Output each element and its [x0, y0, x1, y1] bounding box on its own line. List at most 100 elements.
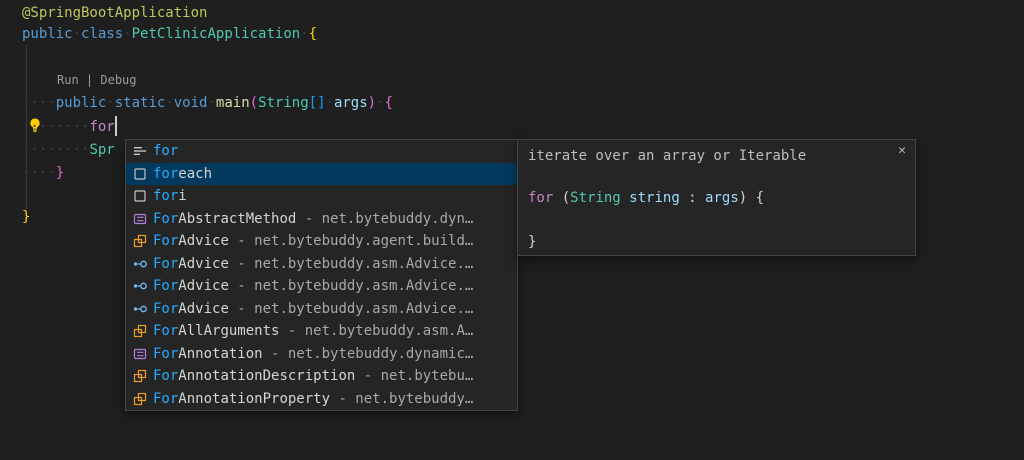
- suggestion-label: ForAnnotation: [153, 346, 263, 362]
- suggestion-match: For: [153, 278, 178, 294]
- close-icon[interactable]: ✕: [898, 143, 906, 158]
- suggestion-label: ForAdvice: [153, 256, 229, 272]
- suggestion-detail: - net.bytebuddy.dyn…: [296, 211, 473, 227]
- suggestion-detail: - net.bytebuddy.asm.Advice.…: [229, 256, 473, 272]
- suggestion-label: ForAnnotationDescription: [153, 368, 355, 384]
- code-token: (: [250, 95, 258, 111]
- code-token: ·: [300, 26, 308, 42]
- snippet-icon: [132, 166, 148, 182]
- code-token: public: [56, 95, 107, 111]
- suggestion-rest: AllArguments: [178, 323, 279, 339]
- suggestion-detail: - net.bytebuddy.asm.A…: [279, 323, 473, 339]
- suggestion-match: For: [153, 391, 178, 407]
- suggestion-item[interactable]: ForAdvice - net.bytebuddy.asm.Advice.…: [126, 275, 517, 298]
- suggestion-rest: Annotation: [178, 346, 262, 362]
- code-token: {: [309, 26, 317, 42]
- suggestion-item[interactable]: ForAdvice - net.bytebuddy.asm.Advice.…: [126, 253, 517, 276]
- code-token: ·: [165, 95, 173, 111]
- code-line[interactable]: @SpringBootApplication: [22, 3, 207, 23]
- suggestion-label: foreach: [153, 166, 212, 182]
- enum-icon: [132, 211, 148, 227]
- suggestion-match: for: [153, 166, 178, 182]
- class-icon: [132, 233, 148, 249]
- suggestion-item[interactable]: for: [126, 140, 517, 163]
- code-line[interactable]: ····}: [22, 163, 64, 183]
- suggestion-item[interactable]: ForAbstractMethod - net.bytebuddy.dyn…: [126, 208, 517, 231]
- suggestion-match: For: [153, 346, 178, 362]
- suggestion-item[interactable]: ForAnnotation - net.bytebuddy.dynamic…: [126, 343, 517, 366]
- suggestion-rest: i: [178, 188, 186, 204]
- code-line[interactable]: ········Spr: [22, 140, 115, 160]
- code-token: }: [22, 209, 30, 225]
- code-token: class: [81, 26, 123, 42]
- suggestion-item[interactable]: fori: [126, 185, 517, 208]
- code-token: main: [216, 95, 250, 111]
- suggest-widget: forforeachforiForAbstractMethod - net.by…: [125, 139, 518, 411]
- interface-icon: [132, 278, 148, 294]
- code-token: {: [385, 95, 393, 111]
- suggestion-match: For: [153, 301, 178, 317]
- suggestion-rest: Advice: [178, 278, 229, 294]
- suggestion-label: ForAdvice: [153, 233, 229, 249]
- suggestion-match: For: [153, 256, 178, 272]
- suggestion-rest: Advice: [178, 256, 229, 272]
- code-token: ········: [22, 142, 89, 158]
- code-line[interactable]: public·class·PetClinicApplication·{: [22, 24, 317, 44]
- codelens: Run | Debug: [57, 72, 137, 88]
- suggestion-label: ForAnnotationProperty: [153, 391, 330, 407]
- code-token: String: [570, 190, 621, 206]
- code-token: String: [258, 95, 309, 111]
- code-token: }: [56, 165, 64, 181]
- suggestion-item[interactable]: ForAdvice - net.bytebuddy.agent.build…: [126, 230, 517, 253]
- suggestion-match: For: [153, 233, 178, 249]
- code-token: PetClinicApplication: [132, 26, 301, 42]
- suggestion-item[interactable]: foreach: [126, 163, 517, 186]
- code-token: ·: [123, 26, 131, 42]
- suggestion-rest: AnnotationDescription: [178, 368, 355, 384]
- code-line[interactable]: ········for: [22, 117, 115, 137]
- code-token: }: [528, 234, 536, 250]
- suggestion-detail: - net.bytebu…: [355, 368, 473, 384]
- suggestion-label: ForAdvice: [153, 278, 229, 294]
- text-cursor: [115, 116, 117, 136]
- suggestion-match: For: [153, 211, 178, 227]
- doc-summary: iterate over an array or Iterable: [528, 148, 806, 164]
- enum-icon: [132, 346, 148, 362]
- suggestion-label: for: [153, 143, 178, 159]
- code-token: ): [368, 95, 376, 111]
- class-icon: [132, 391, 148, 407]
- suggestion-rest: each: [178, 166, 212, 182]
- suggestion-detail: - net.bytebuddy.dynamic…: [263, 346, 474, 362]
- code-token: ·: [326, 95, 334, 111]
- code-token: :: [680, 190, 705, 206]
- suggestion-item[interactable]: ForAnnotationDescription - net.bytebu…: [126, 365, 517, 388]
- code-token: ·: [73, 26, 81, 42]
- suggestion-match: For: [153, 323, 178, 339]
- code-token: args: [705, 190, 739, 206]
- suggestion-match: for: [153, 143, 178, 159]
- suggestion-detail: - net.bytebuddy.asm.Advice.…: [229, 301, 473, 317]
- code-token: static: [115, 95, 166, 111]
- code-line[interactable]: }: [22, 207, 30, 227]
- codelens-debug-link[interactable]: Debug: [100, 73, 136, 87]
- code-line[interactable]: ····public·static·void·main(String[]·arg…: [22, 93, 393, 113]
- code-token: (: [553, 190, 570, 206]
- code-token: ) {: [739, 190, 764, 206]
- interface-icon: [132, 301, 148, 317]
- suggestion-item[interactable]: ForAdvice - net.bytebuddy.asm.Advice.…: [126, 298, 517, 321]
- suggestion-rest: Advice: [178, 233, 229, 249]
- editor-surface[interactable]: Run | Debug @SpringBootApplicationpublic…: [0, 0, 1024, 460]
- code-token: for: [528, 190, 553, 206]
- suggestion-item[interactable]: ForAllArguments - net.bytebuddy.asm.A…: [126, 320, 517, 343]
- code-token: Spr: [89, 142, 114, 158]
- code-token: [621, 190, 629, 206]
- code-token: string: [629, 190, 680, 206]
- suggestion-match: For: [153, 368, 178, 384]
- code-token: args: [334, 95, 368, 111]
- codelens-run-link[interactable]: Run: [57, 73, 79, 87]
- code-token: ·: [106, 95, 114, 111]
- code-token: ·: [376, 95, 384, 111]
- suggestion-item[interactable]: ForAnnotationProperty - net.bytebuddy…: [126, 388, 517, 411]
- suggestion-label: fori: [153, 188, 187, 204]
- suggestion-match: for: [153, 188, 178, 204]
